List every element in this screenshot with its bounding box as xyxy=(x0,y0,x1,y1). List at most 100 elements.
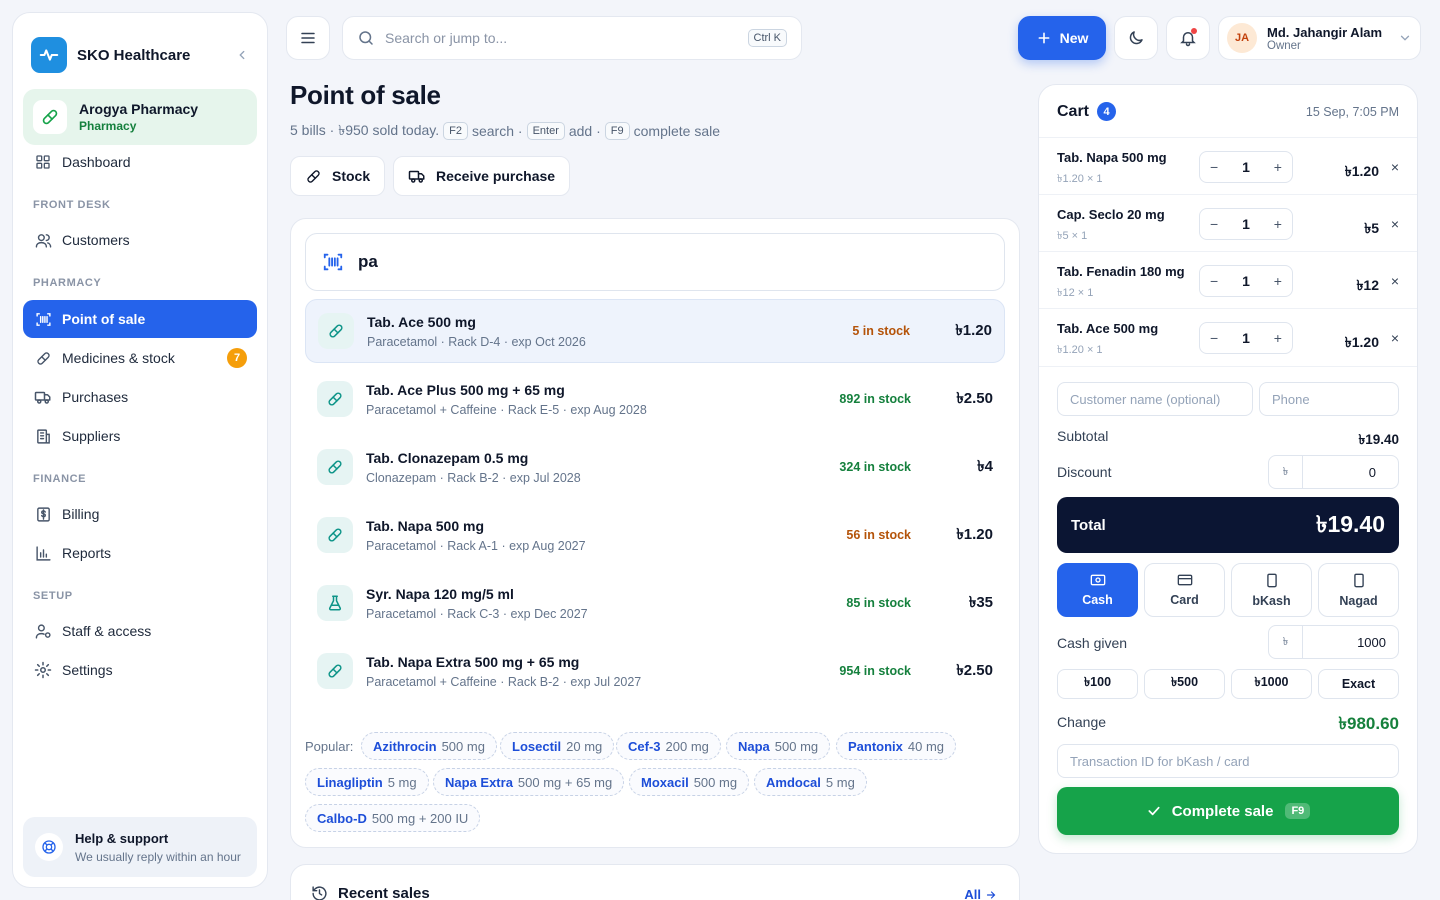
nav-label: Point of sale xyxy=(62,311,146,327)
popular-chip[interactable]: Cef-3 200 mg xyxy=(616,732,721,760)
medicines-alert-badge: 7 xyxy=(227,348,247,368)
increment-button[interactable]: + xyxy=(1274,216,1282,232)
quantity-value[interactable]: 1 xyxy=(1242,159,1250,175)
cart-item-unit: ৳12 × 1 xyxy=(1057,287,1094,299)
popular-chip[interactable]: Linagliptin 5 mg xyxy=(305,768,429,796)
transaction-id-input[interactable]: Transaction ID for bKash / card xyxy=(1057,744,1399,778)
nav-customers[interactable]: Customers xyxy=(23,221,257,259)
stock-button[interactable]: Stock xyxy=(290,156,386,196)
product-row[interactable]: Tab. Ace Plus 500 mg + 65 mg Paracetamol … xyxy=(305,367,1005,431)
cart-item-unit: ৳1.20 × 1 xyxy=(1057,344,1103,356)
quantity-value[interactable]: 1 xyxy=(1242,330,1250,346)
truck-icon xyxy=(34,388,52,406)
decrement-button[interactable]: − xyxy=(1210,159,1218,175)
add-hint: add · xyxy=(568,123,601,139)
chip-dose: 500 mg xyxy=(693,774,738,790)
cash-given-input[interactable]: ৳ 1000 xyxy=(1268,625,1399,659)
remove-item-icon[interactable]: × xyxy=(1391,159,1399,175)
cart-item: Tab. Napa 500 mg ৳1.20 × 1 − 1 + ৳1.20 × xyxy=(1039,137,1417,194)
popular-chip[interactable]: Napa 500 mg xyxy=(726,732,831,760)
discount-input[interactable]: ৳ 0 xyxy=(1268,455,1399,489)
popular-chip[interactable]: Azithrocin 500 mg xyxy=(361,732,497,760)
nav-reports[interactable]: Reports xyxy=(23,534,257,572)
chip-name: Moxacil xyxy=(641,774,689,790)
popular-chip[interactable]: Calbo-D 500 mg + 200 IU xyxy=(305,804,481,832)
decrement-button[interactable]: − xyxy=(1210,273,1218,289)
collapse-sidebar-icon[interactable] xyxy=(235,48,249,62)
user-menu[interactable]: JA Md. Jahangir Alam Owner xyxy=(1218,16,1421,60)
decrement-button[interactable]: − xyxy=(1210,216,1218,232)
increment-button[interactable]: + xyxy=(1274,273,1282,289)
product-row[interactable]: Tab. Napa Extra 500 mg + 65 mg Paracetamo… xyxy=(305,639,1005,703)
recent-sales-all-link[interactable]: All xyxy=(964,887,997,900)
menu-button[interactable] xyxy=(286,16,330,60)
nav-staff[interactable]: Staff & access xyxy=(23,612,257,650)
chip-name: Napa Extra xyxy=(445,774,513,790)
check-icon xyxy=(1148,806,1160,816)
cart-panel: Cart 4 15 Sep, 7:05 PM Tab. Napa 500 mg ৳… xyxy=(1038,84,1418,854)
quantity-value[interactable]: 1 xyxy=(1242,273,1250,289)
remove-item-icon[interactable]: × xyxy=(1391,216,1399,232)
users-icon xyxy=(34,231,52,249)
product-row[interactable]: Syr. Napa 120 mg/5 ml Paracetamol · Rack … xyxy=(305,571,1005,635)
quick-amount-100[interactable]: ৳100 xyxy=(1057,669,1138,699)
pay-cash-button[interactable]: Cash xyxy=(1057,563,1138,617)
nav-billing[interactable]: Billing xyxy=(23,495,257,533)
popular-chip[interactable]: Moxacil 500 mg xyxy=(629,768,750,796)
quick-amount-exact[interactable]: Exact xyxy=(1318,669,1399,699)
cart-item: Cap. Seclo 20 mg ৳5 × 1 − 1 + ৳5 × xyxy=(1039,194,1417,251)
product-search-input[interactable]: pa xyxy=(305,233,1005,291)
notifications-button[interactable] xyxy=(1166,16,1210,60)
increment-button[interactable]: + xyxy=(1274,330,1282,346)
product-name: Tab. Napa 500 mg xyxy=(366,517,485,534)
popular-chip[interactable]: Losectil 20 mg xyxy=(500,732,615,760)
popular-chip[interactable]: Amdocal 5 mg xyxy=(754,768,867,796)
remove-item-icon[interactable]: × xyxy=(1391,330,1399,346)
nav-label: Dashboard xyxy=(62,154,131,170)
stock-label: Stock xyxy=(332,168,371,184)
product-details: Clonazepam · Rack B-2 · exp Jul 2028 xyxy=(366,470,581,485)
product-row[interactable]: Tab. Clonazepam 0.5 mg Clonazepam · Rack … xyxy=(305,435,1005,499)
product-row[interactable]: Tab. Napa 500 mg Paracetamol · Rack A-1 ·… xyxy=(305,503,1005,567)
nav-label: Staff & access xyxy=(62,623,152,639)
popular-chip[interactable]: Napa Extra 500 mg + 65 mg xyxy=(433,768,625,796)
customer-name-input[interactable]: Customer name (optional) xyxy=(1057,382,1253,416)
nav-medicines[interactable]: Medicines & stock 7 xyxy=(23,339,257,377)
cart-item-total: ৳1.20 xyxy=(1344,163,1379,179)
global-search[interactable]: Search or jump to... Ctrl K xyxy=(342,16,802,60)
phone-input[interactable]: Phone xyxy=(1259,382,1399,416)
nav-dashboard[interactable]: Dashboard xyxy=(23,143,257,181)
pay-nagad-button[interactable]: Nagad xyxy=(1318,563,1399,617)
pay-label: Cash xyxy=(1082,593,1113,607)
brand-name: SKO Healthcare xyxy=(77,46,191,64)
new-button[interactable]: New xyxy=(1018,16,1106,60)
increment-button[interactable]: + xyxy=(1274,159,1282,175)
pill-icon xyxy=(317,517,353,553)
cart-item: Tab. Fenadin 180 mg ৳12 × 1 − 1 + ৳12 × xyxy=(1039,251,1417,308)
nav-label: Medicines & stock xyxy=(62,350,175,366)
nav-label: Reports xyxy=(62,545,112,561)
nav-point-of-sale[interactable]: Point of sale xyxy=(23,300,257,338)
search-hint: search · xyxy=(471,123,523,139)
decrement-button[interactable]: − xyxy=(1210,330,1218,346)
pay-card-button[interactable]: Card xyxy=(1144,563,1225,617)
cash-given-value: 1000 xyxy=(1357,634,1386,650)
quantity-value[interactable]: 1 xyxy=(1242,216,1250,232)
phone-placeholder: Phone xyxy=(1272,391,1310,407)
receive-purchase-button[interactable]: Receive purchase xyxy=(393,156,571,196)
theme-toggle[interactable] xyxy=(1114,16,1158,60)
product-row[interactable]: Tab. Ace 500 mg Paracetamol · Rack D-4 · … xyxy=(305,299,1005,363)
product-price: ৳2.50 xyxy=(956,661,993,679)
popular-chip[interactable]: Pantonix 40 mg xyxy=(836,732,957,760)
quick-amount-1000[interactable]: ৳1000 xyxy=(1231,669,1312,699)
product-name: Tab. Clonazepam 0.5 mg xyxy=(366,449,529,466)
complete-sale-button[interactable]: Complete sale F9 xyxy=(1057,787,1399,835)
nav-settings[interactable]: Settings xyxy=(23,651,257,689)
org-switcher[interactable]: Arogya Pharmacy Pharmacy xyxy=(23,89,257,145)
remove-item-icon[interactable]: × xyxy=(1391,273,1399,289)
nav-suppliers[interactable]: Suppliers xyxy=(23,417,257,455)
help-support-card[interactable]: Help & support We usually reply within a… xyxy=(23,817,257,877)
nav-purchases[interactable]: Purchases xyxy=(23,378,257,416)
quick-amount-500[interactable]: ৳500 xyxy=(1144,669,1225,699)
pay-bkash-button[interactable]: bKash xyxy=(1231,563,1312,617)
